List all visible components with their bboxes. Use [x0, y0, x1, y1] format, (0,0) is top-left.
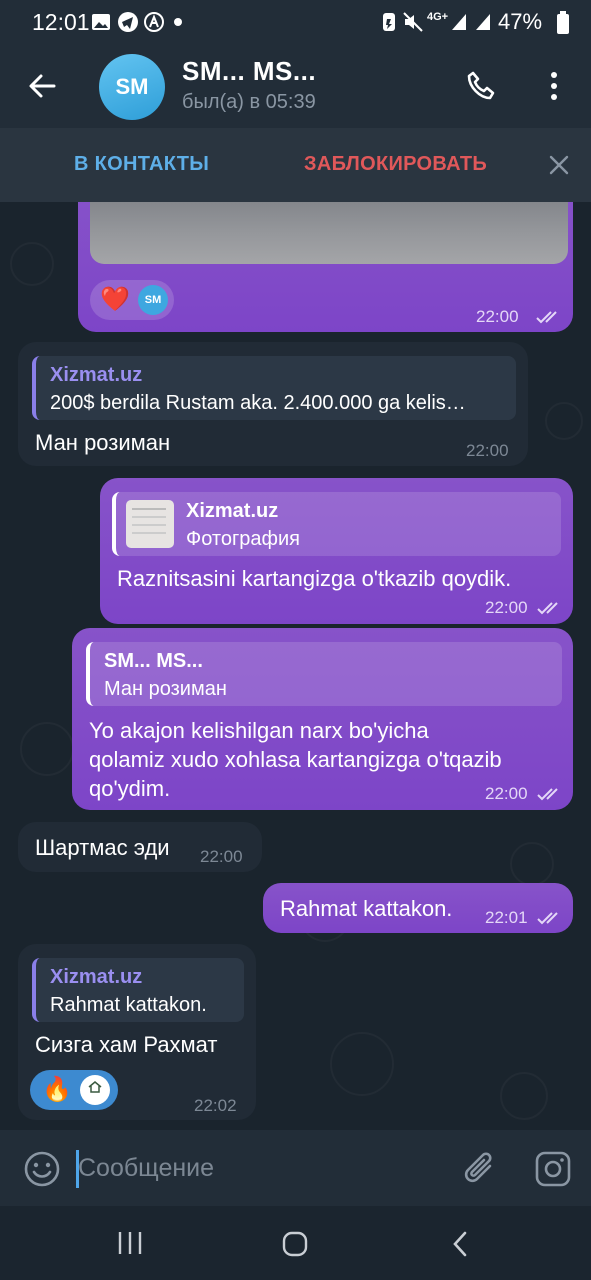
camera-icon[interactable]	[534, 1150, 572, 1188]
system-navigation-bar	[0, 1206, 591, 1280]
bg-doodle	[330, 1032, 394, 1096]
recent-apps-icon[interactable]	[116, 1230, 144, 1256]
message-time: 22:00	[476, 307, 519, 326]
close-icon[interactable]	[549, 155, 569, 175]
message-text: Raznitsasini kartangizga o'tkazib qoydik…	[117, 566, 512, 591]
message-text: Ман розиман	[35, 430, 171, 455]
double-check-icon	[537, 788, 558, 801]
house-logo-icon	[88, 1081, 102, 1093]
message-bubble-photo[interactable]: ❤️ SM 22:00	[78, 202, 573, 332]
reply-quote[interactable]: Xizmat.uz 200$ berdila Rustam aka. 2.400…	[32, 356, 516, 420]
more-options-icon[interactable]	[544, 70, 564, 102]
add-to-contacts-button[interactable]: В КОНТАКТЫ	[74, 153, 209, 176]
data-saver-icon	[383, 13, 395, 31]
chat-title[interactable]: SM... MS...	[182, 56, 316, 87]
block-user-button[interactable]: ЗАБЛОКИРОВАТЬ	[304, 153, 487, 176]
reply-text: 200$ berdila Rustam aka. 2.400.000 ga ke…	[50, 392, 466, 414]
last-seen-status: был(а) в 05:39	[182, 91, 316, 113]
message-bubble-outgoing[interactable]: Xizmat.uz Фотография Raznitsasini kartan…	[100, 478, 573, 624]
home-icon[interactable]	[281, 1230, 309, 1258]
message-time: 22:00	[485, 784, 528, 803]
reply-author: Xizmat.uz	[50, 966, 143, 988]
photo-thumbnail[interactable]	[90, 202, 568, 264]
chat-header: SM SM... MS... был(а) в 05:39	[0, 46, 591, 128]
message-text: Rahmat kattakon.	[280, 896, 453, 921]
bg-doodle	[510, 842, 554, 886]
message-input[interactable]: Сообщение	[78, 1154, 214, 1183]
more-notifications-dot-icon	[174, 18, 182, 26]
bg-doodle	[545, 402, 583, 440]
fire-reaction: 🔥	[42, 1076, 72, 1103]
contact-action-bar: В КОНТАКТЫ ЗАБЛОКИРОВАТЬ	[0, 128, 591, 202]
reaction-chip[interactable]: ❤️ SM	[90, 280, 174, 320]
reply-author: SM... MS...	[104, 650, 203, 672]
avatar-initials: SM	[115, 74, 149, 99]
message-time: 22:00	[466, 441, 509, 460]
reply-author: Xizmat.uz	[50, 364, 143, 386]
double-check-icon	[537, 602, 558, 615]
bg-doodle	[20, 722, 74, 776]
message-time: 22:01	[485, 908, 528, 927]
reply-quote[interactable]: Xizmat.uz Rahmat kattakon.	[32, 958, 244, 1022]
reply-quote[interactable]: Xizmat.uz Фотография	[112, 492, 561, 556]
message-time: 22:00	[485, 598, 528, 617]
status-time: 12:01	[32, 9, 90, 35]
status-bar: 12:01 4G+ 47%	[0, 0, 591, 46]
reaction-chip[interactable]: 🔥	[30, 1070, 118, 1110]
attach-icon[interactable]	[462, 1150, 500, 1188]
emoji-icon[interactable]	[23, 1150, 61, 1188]
message-text-line: qolamiz xudo xohlasa kartangizga o'tqazi…	[89, 747, 502, 772]
reply-text: Rahmat kattakon.	[50, 994, 207, 1016]
message-text: Шартмас эди	[35, 835, 170, 860]
double-check-icon	[537, 912, 558, 925]
message-bubble-outgoing[interactable]: Rahmat kattakon. 22:01	[263, 883, 573, 933]
network-type: 4G+	[427, 11, 449, 23]
message-bubble-outgoing[interactable]: SM... MS... Ман розиман Yo akajon kelish…	[72, 628, 573, 810]
double-check-icon	[536, 311, 557, 324]
app-notification-icon	[144, 12, 164, 32]
avatar[interactable]: SM	[99, 54, 165, 120]
signal-2-icon	[476, 14, 490, 30]
bg-doodle	[500, 1072, 548, 1120]
battery-percent: 47%	[498, 9, 543, 34]
message-input-bar: Сообщение	[0, 1130, 591, 1206]
message-time: 22:00	[200, 847, 243, 866]
message-text-line: qo'ydim.	[89, 776, 171, 801]
back-arrow-icon[interactable]	[28, 72, 56, 100]
phone-icon[interactable]	[465, 70, 497, 102]
heart-reaction: ❤️	[100, 286, 130, 313]
message-text: Сизга хам Рахмат	[35, 1032, 218, 1057]
reactor-avatar	[80, 1075, 110, 1105]
gallery-notification-icon	[92, 14, 110, 30]
telegram-notification-icon	[118, 12, 138, 32]
reply-text: Ман розиман	[104, 678, 227, 700]
mute-icon	[403, 12, 423, 32]
message-time: 22:02	[194, 1096, 237, 1115]
message-list[interactable]: ❤️ SM 22:00 Xizmat.uz 200$ berdila Rusta…	[0, 202, 591, 1130]
message-bubble-incoming[interactable]: Xizmat.uz Rahmat kattakon. Сизга хам Рах…	[18, 944, 256, 1120]
battery-icon	[557, 11, 569, 34]
message-bubble-incoming[interactable]: Шартмас эди 22:00	[18, 822, 262, 872]
bg-doodle	[10, 242, 54, 286]
back-nav-icon[interactable]	[450, 1230, 470, 1258]
message-bubble-incoming[interactable]: Xizmat.uz 200$ berdila Rustam aka. 2.400…	[18, 342, 528, 466]
reply-author: Xizmat.uz	[186, 500, 279, 522]
signal-icon	[452, 14, 466, 30]
reply-quote[interactable]: SM... MS... Ман розиман	[86, 642, 562, 706]
reply-text: Фотография	[186, 528, 300, 550]
reactor-avatar: SM	[138, 285, 168, 315]
message-text-line: Yo akajon kelishilgan narx bo'yicha	[89, 718, 429, 743]
reply-photo-thumbnail	[126, 500, 174, 548]
